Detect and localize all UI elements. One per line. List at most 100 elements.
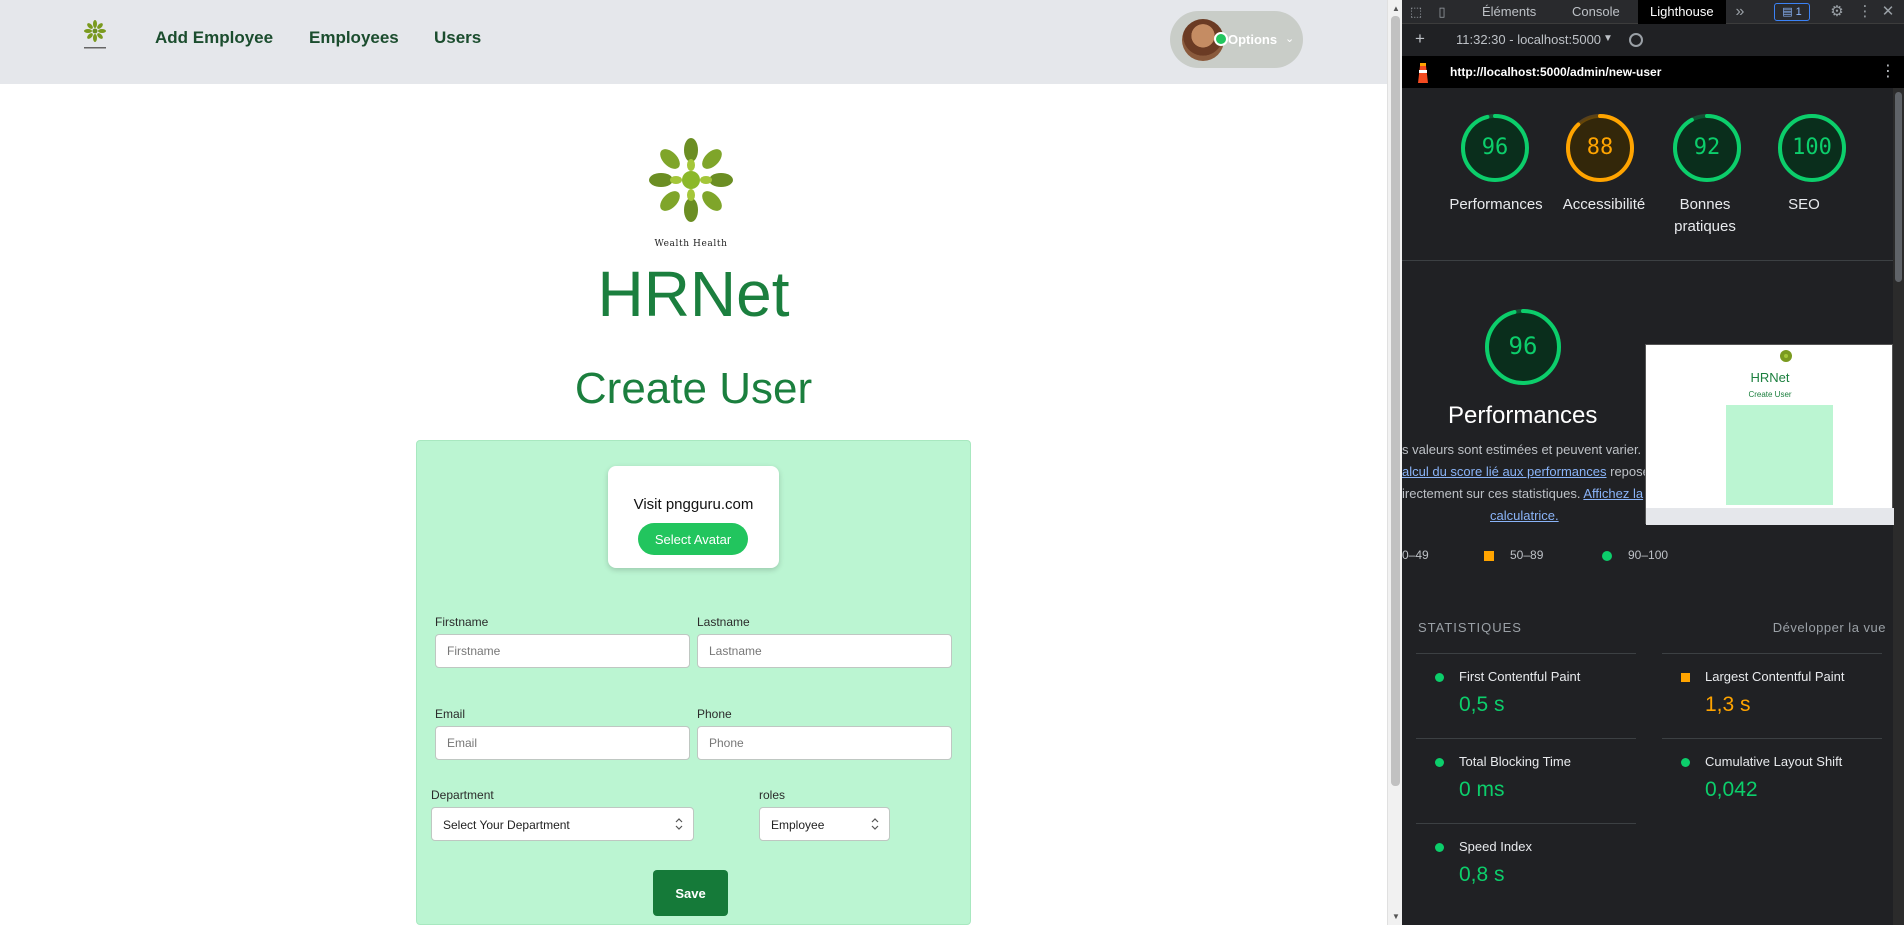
metric-name: Cumulative Layout Shift — [1705, 754, 1843, 769]
message-icon: ▤ — [1782, 6, 1793, 18]
page-title: Create User — [574, 364, 813, 413]
score-gauge[interactable]: 92 — [1672, 113, 1742, 183]
options-menu-button[interactable]: Options ⌄ — [1170, 11, 1303, 68]
performance-description-line2: alcul du score lié aux performances repo… — [1402, 464, 1650, 479]
report-session-select[interactable]: 11:32:30 - localhost:5000 — [1456, 32, 1601, 47]
clear-icon[interactable] — [1629, 33, 1643, 47]
tab-elements[interactable]: Éléments — [1470, 0, 1548, 24]
online-status-icon — [1214, 32, 1228, 46]
lastname-input[interactable] — [697, 634, 952, 668]
metric-value: 0,5 s — [1459, 693, 1505, 716]
page-scrollbar[interactable]: ▲ ▼ — [1387, 0, 1402, 925]
new-report-icon[interactable]: + — [1415, 29, 1425, 49]
logo-caption: Wealth Health — [655, 239, 728, 249]
score-gauge-value: 92 — [1693, 135, 1721, 160]
calculator-link-continued[interactable]: calculatrice. — [1490, 508, 1559, 523]
gauge-label-seo: SEO — [1788, 196, 1820, 213]
metrics-header: STATISTIQUES — [1418, 620, 1522, 635]
nav-link-employees[interactable]: Employees — [309, 28, 399, 48]
average-square-icon — [1681, 673, 1690, 682]
phone-input[interactable] — [697, 726, 952, 760]
close-icon[interactable]: ✕ — [1880, 4, 1896, 20]
app-viewport: Add Employee Employees Users Options ⌄ W… — [0, 0, 1387, 925]
thumbnail-subtitle: Create User — [1748, 390, 1792, 399]
more-tabs-icon[interactable]: » — [1732, 4, 1748, 20]
select-arrows-icon — [871, 818, 879, 830]
lighthouse-report-bar: + 11:32:30 - localhost:5000 ▼ — [1402, 29, 1904, 53]
scrollbar-thumb[interactable] — [1895, 92, 1902, 282]
select-arrows-icon — [675, 818, 683, 830]
thumbnail-footer — [1646, 508, 1894, 525]
department-label: Department — [431, 788, 494, 802]
thumbnail-logo-icon — [1780, 350, 1792, 362]
metric-name: Largest Contentful Paint — [1705, 669, 1845, 684]
metric-value: 0,8 s — [1459, 863, 1505, 886]
pass-circle-icon — [1435, 758, 1444, 767]
roles-select[interactable]: Employee — [759, 807, 890, 841]
options-label: Options — [1228, 32, 1278, 47]
inspect-element-icon[interactable]: ⬚ — [1408, 4, 1424, 20]
roles-selected-value: Employee — [771, 818, 825, 832]
score-gauge[interactable]: 100 — [1777, 113, 1847, 183]
issues-badge[interactable]: ▤ 1 — [1774, 3, 1810, 21]
devtools-scrollbar[interactable] — [1893, 88, 1904, 925]
expand-view-toggle[interactable]: Développer la vue — [1773, 620, 1886, 635]
performance-score-value: 96 — [1508, 332, 1538, 360]
metric-value: 0,042 — [1705, 778, 1758, 801]
lighthouse-icon — [1418, 63, 1428, 83]
scroll-down-icon[interactable]: ▼ — [1392, 912, 1400, 921]
visit-pngguru-text: Visit pngguru.com — [633, 496, 754, 513]
score-gauge-value: 88 — [1586, 135, 1614, 160]
legend-average-square-icon — [1484, 551, 1494, 561]
score-gauge-value: 96 — [1481, 135, 1509, 160]
report-url: http://localhost:5000/admin/new-user — [1450, 65, 1662, 79]
performance-description-line4: calculatrice. — [1490, 508, 1559, 523]
device-toggle-icon[interactable]: ▯ — [1434, 4, 1450, 20]
department-select[interactable]: Select Your Department — [431, 807, 694, 841]
email-input[interactable] — [435, 726, 690, 760]
more-vert-icon[interactable]: ⋮ — [1857, 4, 1873, 20]
navbar: Add Employee Employees Users Options ⌄ — [0, 0, 1387, 84]
metric-divider — [1416, 738, 1636, 739]
metric-value: 0 ms — [1459, 778, 1505, 801]
score-calculation-link[interactable]: alcul du score lié aux performances — [1402, 464, 1607, 479]
wealth-health-logo[interactable] — [80, 19, 110, 53]
select-avatar-button[interactable]: Select Avatar — [638, 523, 748, 555]
avatar-picker: Visit pngguru.com Select Avatar — [608, 466, 779, 568]
phone-label: Phone — [697, 707, 732, 721]
score-gauge[interactable]: 96 — [1460, 113, 1530, 183]
app-title: HRNet — [597, 258, 790, 330]
metric-divider — [1662, 738, 1882, 739]
nav-link-users[interactable]: Users — [434, 28, 481, 48]
legend-pass-range: 90–100 — [1628, 548, 1669, 562]
lastname-label: Lastname — [697, 615, 750, 629]
firstname-input[interactable] — [435, 634, 690, 668]
pass-circle-icon — [1435, 843, 1444, 852]
thumbnail-form-card — [1726, 405, 1833, 505]
page-screenshot-thumbnail[interactable]: HRNet Create User — [1645, 344, 1894, 525]
save-button[interactable]: Save — [653, 870, 728, 916]
legend-average-range: 50–89 — [1510, 548, 1544, 562]
performance-description-line3: irectement sur ces statistiques. Affiche… — [1402, 486, 1644, 501]
scroll-up-icon[interactable]: ▲ — [1392, 4, 1400, 13]
scrollbar-thumb[interactable] — [1391, 16, 1400, 786]
tab-lighthouse[interactable]: Lighthouse — [1638, 0, 1726, 24]
performance-heading: Performances — [1448, 402, 1598, 429]
score-gauge[interactable]: 88 — [1565, 113, 1635, 183]
metric-name: Total Blocking Time — [1459, 754, 1571, 769]
report-url-bar: http://localhost:5000/admin/new-user ⋮ — [1402, 56, 1904, 88]
divider — [1402, 260, 1893, 261]
gear-icon[interactable]: ⚙ — [1829, 4, 1845, 20]
tab-console[interactable]: Console — [1560, 0, 1632, 24]
metric-divider — [1662, 653, 1882, 654]
dropdown-arrow-icon[interactable]: ▼ — [1603, 33, 1613, 44]
create-user-form: Visit pngguru.com Select Avatar Firstnam… — [416, 440, 971, 925]
wealth-health-main-logo: Wealth Health — [649, 138, 733, 249]
calculator-link[interactable]: Affichez la — [1583, 486, 1643, 501]
pass-circle-icon — [1435, 673, 1444, 682]
more-vert-icon[interactable]: ⋮ — [1880, 61, 1896, 81]
issues-count: 1 — [1795, 6, 1802, 18]
nav-link-add-employee[interactable]: Add Employee — [155, 28, 273, 48]
metric-value: 1,3 s — [1705, 693, 1751, 716]
chevron-down-icon: ⌄ — [1285, 33, 1295, 45]
